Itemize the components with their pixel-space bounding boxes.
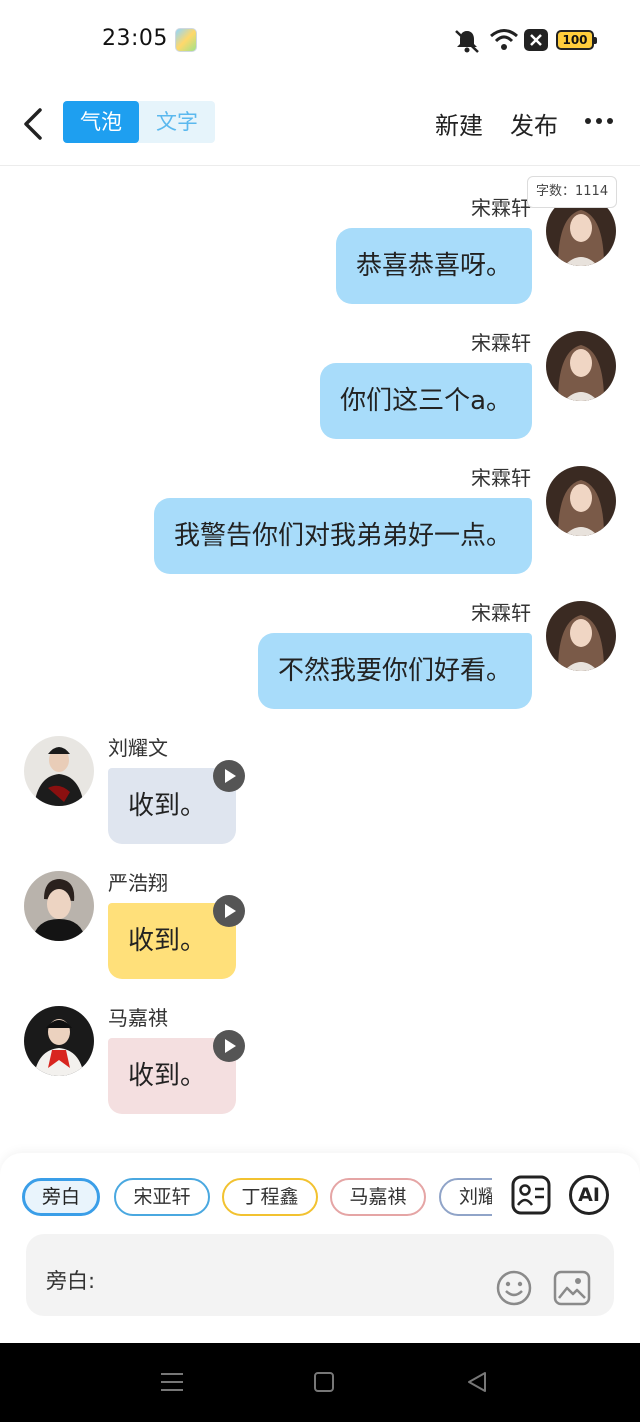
battery-icon: 100 [556, 30, 597, 50]
sender-name: 宋霖轩 [471, 466, 531, 490]
top-bar: 气泡 文字 新建 发布 [0, 82, 640, 166]
avatar[interactable] [546, 331, 616, 401]
play-icon[interactable] [213, 760, 245, 792]
system-nav-bar [0, 1343, 640, 1422]
mute-icon [455, 30, 479, 53]
more-icon[interactable] [583, 106, 615, 136]
narration-input[interactable]: 旁白: [26, 1234, 614, 1316]
input-label: 旁白: [46, 1269, 96, 1293]
sender-name: 马嘉祺 [108, 1006, 168, 1030]
avatar[interactable] [546, 466, 616, 536]
avatar[interactable] [24, 871, 94, 941]
sender-name: 严浩翔 [108, 871, 168, 895]
emoji-icon[interactable] [496, 1270, 532, 1306]
message-bubble[interactable]: 我警告你们对我弟弟好一点。 [153, 498, 532, 574]
role-chip[interactable]: 刘耀 [439, 1178, 492, 1216]
tab-text[interactable]: 文字 [139, 101, 215, 143]
message-bubble[interactable]: 恭喜恭喜呀。 [335, 228, 532, 304]
message-bubble[interactable]: 不然我要你们好看。 [257, 633, 532, 709]
message-bubble[interactable]: 你们这三个a。 [320, 363, 532, 439]
tab-bubble[interactable]: 气泡 [63, 101, 139, 143]
wifi-icon [490, 29, 518, 50]
avatar[interactable] [24, 736, 94, 806]
back-icon[interactable] [465, 1370, 489, 1394]
contact-card-icon[interactable] [511, 1175, 551, 1215]
image-icon[interactable] [553, 1270, 591, 1306]
play-icon[interactable] [213, 1030, 245, 1062]
word-count-badge: 字数：1114 [527, 176, 618, 208]
sender-name: 宋霖轩 [471, 331, 531, 355]
screen: 23:05 100 气泡 文字 新建 发布 字数：1114 宋霖轩 恭喜恭喜呀。… [0, 0, 640, 1422]
role-chip[interactable]: 丁程鑫 [222, 1178, 318, 1216]
menu-icon[interactable] [160, 1370, 184, 1394]
ai-button[interactable]: AI [569, 1175, 609, 1215]
sim-off-icon [524, 29, 548, 51]
publish-button[interactable]: 发布 [510, 106, 558, 141]
avatar[interactable] [546, 601, 616, 671]
role-chip[interactable]: 旁白 [22, 1178, 100, 1216]
home-icon[interactable] [313, 1371, 335, 1393]
role-selector: 旁白 宋亚轩 丁程鑫 马嘉祺 刘耀 [0, 1170, 492, 1226]
role-chip[interactable]: 马嘉祺 [330, 1178, 426, 1216]
sender-name: 刘耀文 [108, 736, 168, 760]
new-button[interactable]: 新建 [435, 106, 483, 141]
avatar[interactable] [24, 1006, 94, 1076]
sender-name: 宋霖轩 [471, 196, 531, 220]
play-icon[interactable] [213, 895, 245, 927]
mode-switch: 气泡 文字 [63, 101, 215, 143]
sender-name: 宋霖轩 [471, 601, 531, 625]
back-arrow-icon[interactable] [18, 104, 48, 144]
status-time: 23:05 [102, 26, 168, 51]
status-bar: 23:05 100 [0, 0, 640, 82]
app-icon [175, 28, 197, 52]
role-chip[interactable]: 宋亚轩 [114, 1178, 210, 1216]
